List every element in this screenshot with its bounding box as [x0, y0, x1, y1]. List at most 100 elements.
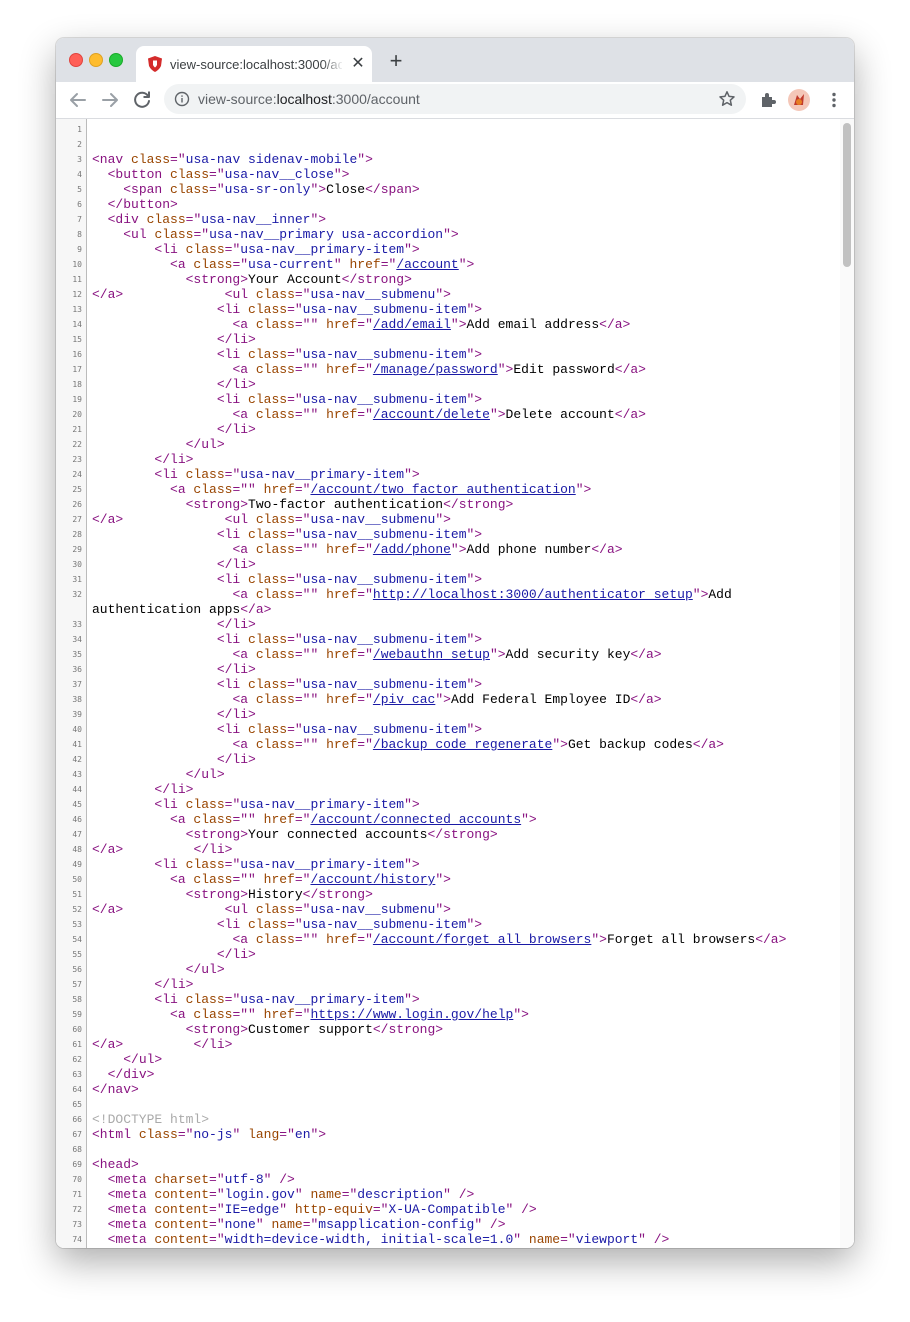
code-token: =" — [357, 587, 373, 602]
code-token: href — [263, 872, 295, 887]
source-link[interactable]: /add/email — [373, 317, 451, 332]
source-link[interactable]: https://www.login.gov/help — [310, 1007, 513, 1022]
line-number: 54 — [72, 935, 82, 944]
source-line: 22 </ul> — [56, 437, 842, 452]
code-token: </li> — [154, 977, 194, 992]
code-token: </div> — [107, 1067, 155, 1082]
code-token: =" — [170, 152, 186, 167]
code-token: <meta — [107, 1217, 155, 1232]
line-number: 49 — [72, 860, 82, 869]
kebab-menu-icon[interactable] — [824, 90, 844, 110]
code-token: "> — [575, 482, 592, 497]
code-token: =" — [209, 1232, 225, 1247]
address-bar[interactable]: view-source:localhost:3000/account — [164, 84, 746, 114]
source-line: 11 <strong>Your Account</strong> — [56, 272, 842, 287]
code-token: "> — [521, 812, 537, 827]
source-link[interactable]: /backup_code_regenerate — [373, 737, 552, 752]
tab-close-icon[interactable]: ✕ — [350, 56, 366, 72]
source-line: 59 <a class="" href="https://www.login.g… — [56, 1007, 842, 1022]
source-link[interactable]: /account/history — [310, 872, 435, 887]
code-text: <li class="usa-nav__submenu-item"> — [92, 392, 482, 407]
source-line: 6 </button> — [56, 197, 842, 212]
source-view[interactable]: 1 2 3 <nav class="usa-nav sidenav-mobile"> 4… — [56, 119, 854, 1248]
code-token: name — [271, 1217, 303, 1232]
code-token: " /> — [263, 1172, 295, 1187]
code-token: <head> — [92, 1157, 139, 1172]
code-token: class — [255, 362, 295, 377]
source-line: authentication apps</a> — [56, 602, 842, 617]
code-token: <a — [170, 872, 194, 887]
source-link[interactable]: /account/forget_all_browsers — [373, 932, 591, 947]
line-number: 4 — [77, 170, 82, 179]
source-link[interactable]: /account — [396, 257, 458, 272]
tab-view-source[interactable]: view-source:localhost:3000/account ✕ — [136, 46, 372, 82]
code-token: " — [513, 1232, 529, 1247]
source-line: 37 <li class="usa-nav__submenu-item"> — [56, 677, 842, 692]
code-text: <li class="usa-nav__primary-item"> — [92, 992, 419, 1007]
code-token: <meta — [107, 1172, 155, 1187]
tab-title-fade — [322, 54, 344, 74]
scrollbar-thumb[interactable] — [843, 123, 851, 267]
source-line: 33 </li> — [56, 617, 842, 632]
code-token: msapplication-config — [318, 1217, 475, 1232]
vertical-scrollbar[interactable] — [840, 119, 854, 1248]
new-tab-button[interactable]: + — [384, 50, 408, 74]
code-token: =" — [302, 1217, 319, 1232]
source-line: 69 <head> — [56, 1157, 842, 1172]
source-link[interactable]: /account/delete — [373, 407, 490, 422]
code-token: usa-nav__primary-item — [240, 797, 405, 812]
source-link[interactable]: /webauthn_setup — [373, 647, 490, 662]
code-token: content — [154, 1232, 210, 1247]
code-token: <ul — [123, 227, 155, 242]
code-token: Your connected accounts — [248, 827, 428, 842]
line-number: 12 — [72, 290, 82, 299]
source-line: 44 </li> — [56, 782, 842, 797]
back-arrow-icon[interactable] — [66, 88, 90, 112]
code-token: <meta — [107, 1202, 155, 1217]
code-token: href — [326, 542, 358, 557]
code-token: <a — [170, 257, 194, 272]
code-token: </a> — [92, 287, 124, 302]
code-text: <a class="" href="/piv_cac">Add Federal … — [92, 692, 662, 707]
info-icon[interactable] — [174, 91, 190, 107]
code-token: "> — [404, 797, 420, 812]
source-link[interactable]: /add/phone — [373, 542, 451, 557]
code-token: </a> — [92, 512, 124, 527]
source-link[interactable]: http://localhost:3000/authenticator_setu… — [373, 587, 693, 602]
window-minimize-button[interactable] — [89, 53, 103, 67]
code-token: usa-nav__primary-item — [240, 467, 405, 482]
source-link[interactable]: /account/two_factor_authentication — [310, 482, 575, 497]
line-number: 70 — [72, 1175, 82, 1184]
code-token: class — [131, 152, 171, 167]
code-text: <button class="usa-nav__close"> — [92, 167, 350, 182]
source-link[interactable]: /piv_cac — [373, 692, 435, 707]
window-maximize-button[interactable] — [109, 53, 123, 67]
forward-arrow-icon[interactable] — [98, 88, 122, 112]
profile-avatar[interactable] — [788, 89, 810, 111]
source-line: 2 — [56, 137, 842, 152]
code-token: =" — [357, 407, 373, 422]
code-token: <a — [232, 737, 256, 752]
line-number: 51 — [72, 890, 82, 899]
reload-icon[interactable] — [130, 88, 154, 112]
source-link[interactable]: /manage/password — [373, 362, 498, 377]
source-link[interactable]: /account/connected_accounts — [310, 812, 521, 827]
code-token: class — [248, 392, 288, 407]
bookmark-star-icon[interactable] — [718, 90, 736, 108]
source-line: 35 <a class="" href="/webauthn_setup">Ad… — [56, 647, 842, 662]
code-text: <a class="" href="/account/two_factor_au… — [92, 482, 591, 497]
code-token: </a> — [630, 692, 662, 707]
line-number: 52 — [72, 905, 82, 914]
window-close-button[interactable] — [69, 53, 83, 67]
extensions-puzzle-icon[interactable] — [758, 90, 778, 110]
